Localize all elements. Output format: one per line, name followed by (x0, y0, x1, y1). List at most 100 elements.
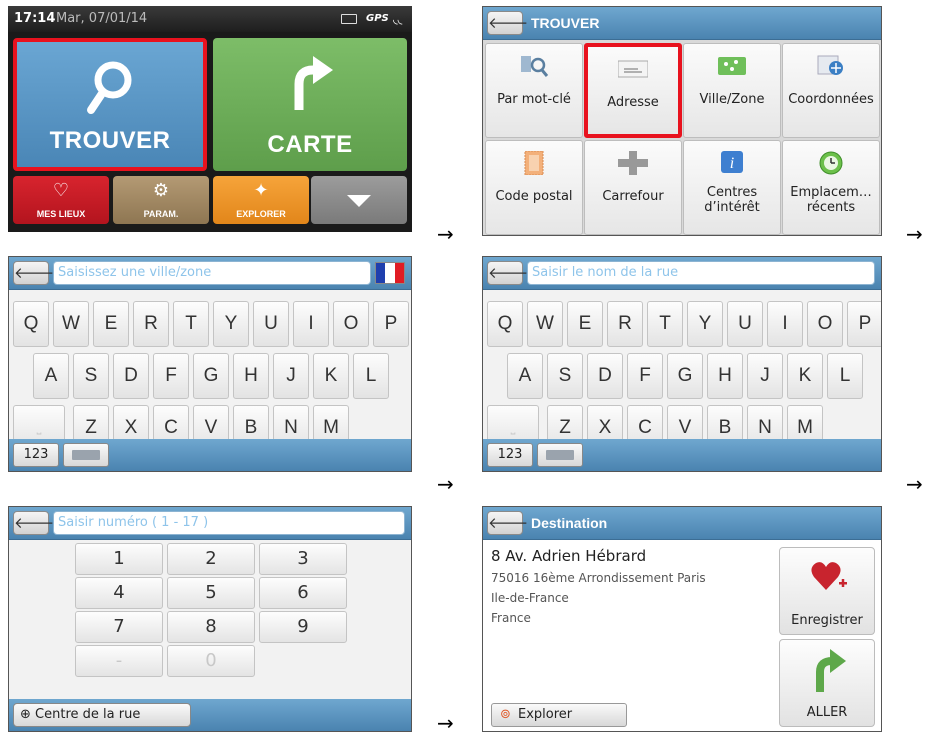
key-o[interactable]: O (807, 301, 843, 347)
key-l[interactable]: L (827, 353, 863, 399)
key-q[interactable]: Q (13, 301, 49, 347)
key-y[interactable]: Y (687, 301, 723, 347)
keyboard-layout-button[interactable] (63, 443, 109, 467)
key-a[interactable]: A (507, 353, 543, 399)
key-l[interactable]: L (353, 353, 389, 399)
find-screen: 🡐 TROUVER Par mot-clé Adresse Ville/Zone… (482, 6, 882, 236)
tile-postal-code[interactable]: Code postal (485, 140, 583, 235)
key-8[interactable]: 8 (167, 611, 255, 643)
key-u[interactable]: U (727, 301, 763, 347)
header-bar: 🡐 Saisissez une ville/zone (9, 257, 411, 290)
street-input[interactable]: Saisir le nom de la rue (527, 261, 875, 285)
numeric-mode-button[interactable]: 123 (13, 443, 59, 467)
keyboard-layout-button[interactable] (537, 443, 583, 467)
key-t[interactable]: T (173, 301, 209, 347)
key-2[interactable]: 2 (167, 543, 255, 575)
key-d[interactable]: D (113, 353, 149, 399)
key-6[interactable]: 6 (259, 577, 347, 609)
key-0[interactable]: 0 (167, 645, 255, 677)
tile-coordinates[interactable]: Coordonnées (782, 43, 880, 138)
street-keyboard-screen: 🡐 Saisir le nom de la rue QWERTYUIOP ASDF… (482, 256, 882, 472)
key-o[interactable]: O (333, 301, 369, 347)
key-i[interactable]: I (293, 301, 329, 347)
key-9[interactable]: 9 (259, 611, 347, 643)
map-button[interactable]: CARTE (213, 38, 407, 171)
house-number-input[interactable]: Saisir numéro ( 1 - 17 ) (53, 511, 405, 535)
more-button[interactable] (311, 176, 407, 224)
destination-screen: 🡐 Destination 8 Av. Adrien Hébrard 75016… (482, 506, 882, 732)
my-places-label: MES LIEUX (36, 209, 86, 219)
tile-label: Adresse (607, 95, 659, 110)
address-region: Ile-de-France (491, 591, 569, 605)
key-h[interactable]: H (233, 353, 269, 399)
key-7[interactable]: 7 (75, 611, 163, 643)
key-p[interactable]: P (847, 301, 881, 347)
back-button[interactable]: 🡐 (487, 11, 528, 35)
street-center-button[interactable]: ⊕ Centre de la rue (13, 703, 191, 727)
key-w[interactable]: W (53, 301, 89, 347)
key-s[interactable]: S (547, 353, 583, 399)
main-menu-screen: 17:14 Mar, 07/01/14 GPS ◟◟ TROUVER CARTE… (8, 6, 412, 232)
key-w[interactable]: W (527, 301, 563, 347)
tile-keyword[interactable]: Par mot-clé (485, 43, 583, 138)
go-button[interactable]: ALLER (779, 639, 875, 727)
key-k[interactable]: K (787, 353, 823, 399)
numeric-mode-button[interactable]: 123 (487, 443, 533, 467)
tile-crossroad[interactable]: Carrefour (584, 140, 682, 235)
key-y[interactable]: Y (213, 301, 249, 347)
key-3[interactable]: 3 (259, 543, 347, 575)
key-s[interactable]: S (73, 353, 109, 399)
explore-button[interactable]: ✦ EXPLORER (213, 176, 309, 224)
key-dash[interactable]: - (75, 645, 163, 677)
key-f[interactable]: F (153, 353, 189, 399)
key-k[interactable]: K (313, 353, 349, 399)
key-d[interactable]: D (587, 353, 623, 399)
tile-city[interactable]: Ville/Zone (683, 43, 781, 138)
tile-label-line1: Emplacem… (790, 185, 872, 200)
tile-address[interactable]: Adresse (584, 43, 682, 138)
key-r[interactable]: R (133, 301, 169, 347)
find-button[interactable]: TROUVER (13, 38, 207, 171)
tile-label: Ville/Zone (699, 92, 765, 107)
key-t[interactable]: T (647, 301, 683, 347)
save-button[interactable]: Enregistrer (779, 547, 875, 635)
my-places-button[interactable]: ♡ MES LIEUX (13, 176, 109, 224)
back-button[interactable]: 🡐 (487, 261, 529, 285)
key-e[interactable]: E (93, 301, 129, 347)
key-h[interactable]: H (707, 353, 743, 399)
key-j[interactable]: J (747, 353, 783, 399)
heart-icon: ♡ (52, 180, 70, 201)
house-number-screen: 🡐 Saisir numéro ( 1 - 17 ) 123 456 789 -0 ⊕… (8, 506, 412, 732)
city-zone-icon (718, 57, 746, 75)
page-title: Destination (531, 515, 608, 531)
key-q[interactable]: Q (487, 301, 523, 347)
flow-arrow: → (437, 711, 454, 735)
key-g[interactable]: G (667, 353, 703, 399)
country-flag-icon[interactable] (375, 262, 405, 284)
city-input[interactable]: Saisissez une ville/zone (53, 261, 371, 285)
key-r[interactable]: R (607, 301, 643, 347)
key-e[interactable]: E (567, 301, 603, 347)
key-4[interactable]: 4 (75, 577, 163, 609)
back-button[interactable]: 🡐 (13, 261, 54, 285)
key-p[interactable]: P (373, 301, 409, 347)
key-f[interactable]: F (627, 353, 663, 399)
back-button[interactable]: 🡐 (13, 511, 54, 535)
explore-button[interactable]: ⊚ Explorer (491, 703, 627, 727)
key-a[interactable]: A (33, 353, 69, 399)
tile-recent[interactable]: Emplacem… récents (782, 140, 880, 235)
key-i[interactable]: I (767, 301, 803, 347)
key-1[interactable]: 1 (75, 543, 163, 575)
tile-poi[interactable]: i Centres d’intérêt (683, 140, 781, 235)
battery-icon (341, 14, 357, 24)
tile-label: Carrefour (602, 189, 664, 204)
key-g[interactable]: G (193, 353, 229, 399)
flow-arrow: → (437, 472, 454, 496)
tile-label-line2: d’intérêt (704, 200, 760, 215)
settings-button[interactable]: ⚙ PARAM. (113, 176, 209, 224)
key-5[interactable]: 5 (167, 577, 255, 609)
back-arrow-icon: 🡐 (488, 264, 529, 282)
back-button[interactable]: 🡐 (487, 511, 528, 535)
key-j[interactable]: J (273, 353, 309, 399)
key-u[interactable]: U (253, 301, 289, 347)
